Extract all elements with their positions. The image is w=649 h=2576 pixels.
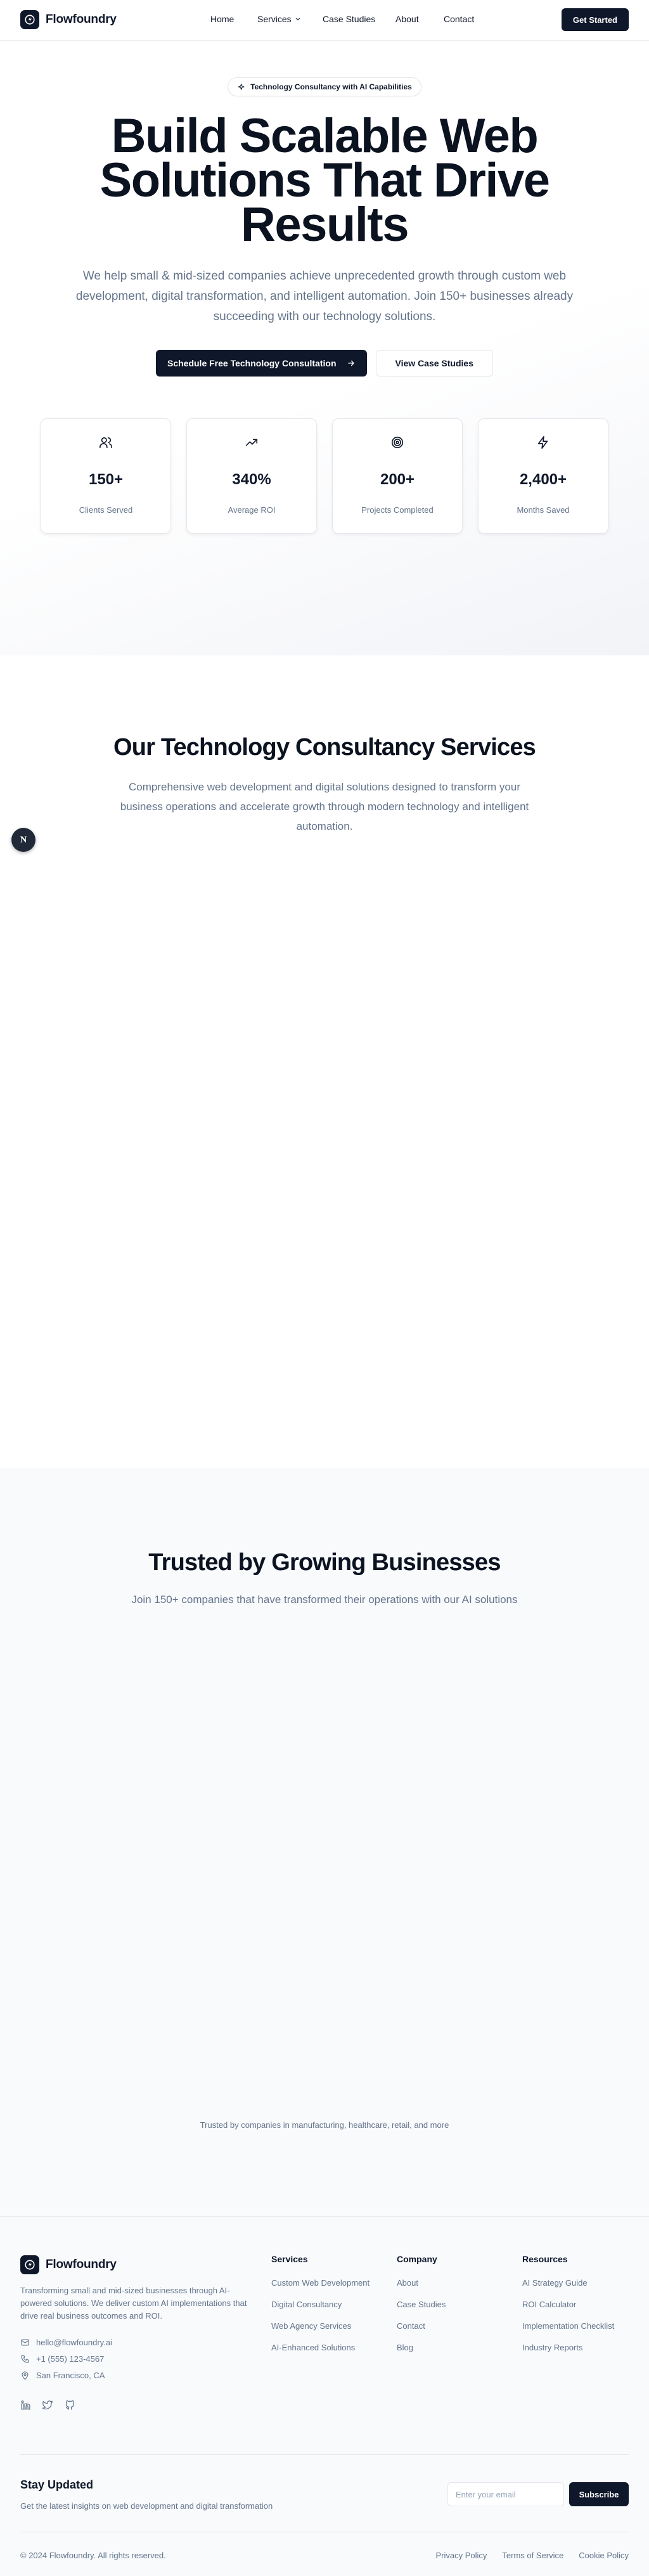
- map-pin-icon: [22, 2371, 29, 2380]
- twitter-icon[interactable]: [42, 2400, 53, 2414]
- nav-home[interactable]: Home: [210, 14, 234, 24]
- stat-card: 2,400+ Months Saved: [478, 418, 608, 534]
- trending-up-icon: [245, 434, 259, 451]
- social-links: [20, 2400, 75, 2414]
- legal-links: Privacy Policy Terms of Service Cookie P…: [436, 2551, 629, 2560]
- trusted-subtitle: Join 150+ companies that have transforme…: [131, 1594, 518, 1606]
- users-icon: [99, 434, 113, 451]
- newsletter-subtitle: Get the latest insights on web developme…: [20, 2501, 273, 2511]
- stat-card: 340% Average ROI: [186, 418, 317, 534]
- stat-value: 200+: [380, 471, 415, 488]
- hero-badge: Technology Consultancy with AI Capabilit…: [228, 77, 421, 96]
- footer-location-text: San Francisco, CA: [36, 2371, 105, 2380]
- mail-icon: [21, 2339, 29, 2346]
- footer-column-services: Services Custom Web Development Digital …: [271, 2254, 369, 2364]
- footer-location: San Francisco, CA: [20, 2371, 105, 2380]
- services-subtitle: Comprehensive web development and digita…: [120, 781, 529, 832]
- schedule-consultation-button[interactable]: Schedule Free Technology Consultation: [155, 350, 367, 377]
- logo-mark-icon: [20, 10, 39, 29]
- footer-brand-name: Flowfoundry: [46, 2258, 117, 2271]
- footer-link[interactable]: Contact: [397, 2321, 446, 2331]
- trusted-title: Trusted by Growing Businesses: [148, 1549, 501, 1576]
- phone-icon: [21, 2355, 29, 2363]
- schedule-consultation-label: Schedule Free Technology Consultation: [167, 358, 337, 368]
- footer-logo[interactable]: Flowfoundry: [20, 2255, 117, 2274]
- stats-row: 150+ Clients Served 340% Average ROI 200…: [41, 418, 608, 534]
- footer-column-resources: Resources AI Strategy Guide ROI Calculat…: [522, 2254, 614, 2364]
- footer-phone[interactable]: +1 (555) 123-4567: [20, 2354, 104, 2364]
- hero-badge-label: Technology Consultancy with AI Capabilit…: [250, 82, 412, 91]
- footer-link[interactable]: Implementation Checklist: [522, 2321, 614, 2331]
- linkedin-icon[interactable]: [20, 2400, 31, 2414]
- fab-label: N: [20, 834, 27, 845]
- stat-card: 150+ Clients Served: [41, 418, 171, 534]
- stat-value: 150+: [88, 471, 124, 488]
- stat-card: 200+ Projects Completed: [332, 418, 463, 534]
- zap-icon: [536, 434, 550, 451]
- logo-mark-icon: [20, 2255, 39, 2274]
- footer-link[interactable]: Case Studies: [397, 2300, 446, 2309]
- privacy-policy-link[interactable]: Privacy Policy: [436, 2551, 487, 2560]
- stat-label: Clients Served: [79, 505, 133, 515]
- stat-label: Average ROI: [228, 505, 276, 515]
- brand-name: Flowfoundry: [46, 13, 117, 26]
- footer-column-title: Services: [271, 2254, 308, 2264]
- stat-label: Months Saved: [517, 505, 570, 515]
- newsletter-title: Stay Updated: [20, 2478, 94, 2491]
- stat-label: Projects Completed: [361, 505, 434, 515]
- footer-email-text: hello@flowfoundry.ai: [36, 2338, 112, 2347]
- trusted-note: Trusted by companies in manufacturing, h…: [200, 2120, 449, 2130]
- get-started-button[interactable]: Get Started: [561, 8, 629, 31]
- footer-column-title: Company: [397, 2254, 437, 2264]
- target-icon: [390, 434, 404, 451]
- subscribe-button[interactable]: Subscribe: [569, 2482, 629, 2506]
- site-header: Flowfoundry Home Services Case Studies A…: [0, 0, 649, 41]
- footer-link[interactable]: Blog: [397, 2343, 446, 2352]
- testimonials-section: [0, 1468, 649, 2216]
- footer-link[interactable]: AI Strategy Guide: [522, 2278, 614, 2288]
- view-case-studies-button[interactable]: View Case Studies: [375, 350, 493, 377]
- footer-link[interactable]: Industry Reports: [522, 2343, 614, 2352]
- footer-link[interactable]: AI-Enhanced Solutions: [271, 2343, 369, 2352]
- logo[interactable]: Flowfoundry: [20, 10, 117, 29]
- footer-column-title: Resources: [522, 2254, 568, 2264]
- terms-of-service-link[interactable]: Terms of Service: [502, 2551, 563, 2560]
- nav-case-studies[interactable]: Case Studies: [323, 14, 375, 24]
- hero-subtitle: We help small & mid-sized companies achi…: [75, 269, 574, 323]
- stat-value: 2,400+: [519, 471, 567, 488]
- newsletter-email-input[interactable]: [447, 2482, 564, 2506]
- footer-link[interactable]: About: [397, 2278, 446, 2288]
- floating-action-button[interactable]: N: [11, 828, 35, 852]
- sparkle-icon: [238, 83, 245, 90]
- nav-about[interactable]: About: [395, 14, 419, 24]
- footer-link[interactable]: Custom Web Development: [271, 2278, 369, 2288]
- footer-link[interactable]: ROI Calculator: [522, 2300, 614, 2309]
- services-title: Our Technology Consultancy Services: [113, 734, 536, 761]
- footer-phone-text: +1 (555) 123-4567: [36, 2354, 105, 2364]
- copyright: © 2024 Flowfoundry. All rights reserved.: [20, 2551, 166, 2560]
- stat-value: 340%: [232, 471, 271, 488]
- github-icon[interactable]: [65, 2400, 75, 2414]
- chevron-down-icon: [295, 18, 300, 21]
- footer-link[interactable]: Digital Consultancy: [271, 2300, 369, 2309]
- cookie-policy-link[interactable]: Cookie Policy: [579, 2551, 629, 2560]
- hero-actions: Schedule Free Technology Consultation Vi…: [0, 350, 649, 377]
- footer-column-company: Company About Case Studies Contact Blog: [397, 2254, 446, 2364]
- footer-divider: [20, 2454, 629, 2455]
- nav-services[interactable]: Services: [257, 14, 302, 24]
- nav-services-label: Services: [257, 14, 292, 24]
- footer-link[interactable]: Web Agency Services: [271, 2321, 369, 2331]
- arrow-right-icon: [347, 360, 354, 366]
- footer-description: Transforming small and mid-sized busines…: [20, 2286, 247, 2321]
- footer-email[interactable]: hello@flowfoundry.ai: [20, 2338, 112, 2347]
- hero-title: Build Scalable Web Solutions That Drive …: [100, 109, 550, 252]
- nav-contact[interactable]: Contact: [444, 14, 474, 24]
